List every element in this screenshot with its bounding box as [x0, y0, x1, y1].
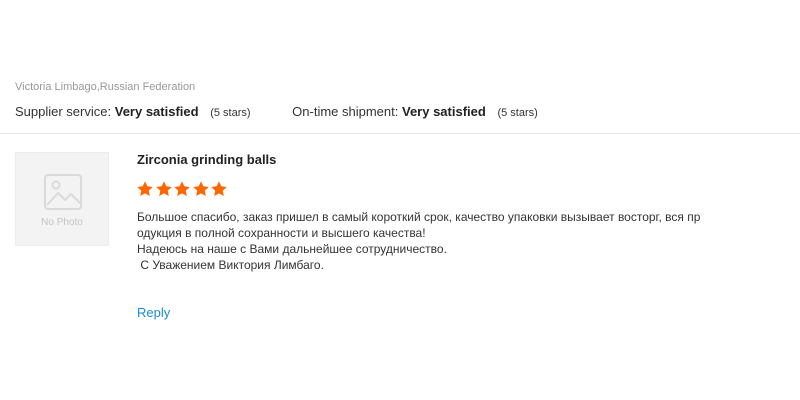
on-time-shipment-stars: (5 stars) — [497, 107, 538, 119]
star-icon — [174, 181, 190, 197]
comment-line: Большое спасибо, заказ пришел в самый ко… — [137, 210, 701, 224]
ratings-summary: Supplier service: Very satisfied (5 star… — [15, 102, 785, 122]
product-title: Zirconia grinding balls — [137, 152, 277, 167]
on-time-shipment-rating: On-time shipment: Very satisfied (5 star… — [292, 102, 538, 123]
star-icon — [137, 181, 153, 197]
product-photo-placeholder: No Photo — [15, 152, 109, 246]
supplier-service-stars: (5 stars) — [210, 107, 251, 119]
image-placeholder-icon — [44, 174, 82, 210]
review-header: Victoria Limbago,Russian Federation Supp… — [15, 80, 785, 122]
on-time-shipment-label: On-time shipment: — [292, 104, 399, 119]
review-comment: Большое спасибо, заказ пришел в самый ко… — [137, 209, 762, 273]
comment-line: Надеюсь на наше с Вами дальнейшее сотруд… — [137, 242, 447, 256]
star-icon — [192, 181, 209, 197]
divider — [0, 133, 800, 134]
supplier-service-rating: Supplier service: Very satisfied (5 star… — [15, 102, 251, 123]
supplier-service-label: Supplier service: — [15, 104, 112, 119]
reply-link[interactable]: Reply — [137, 305, 170, 320]
reviewer-info: Victoria Limbago,Russian Federation — [15, 81, 196, 93]
on-time-shipment-value: Very satisfied — [401, 104, 486, 119]
no-photo-label: No Photo — [41, 217, 83, 228]
supplier-service-value: Very satisfied — [114, 104, 199, 119]
comment-line: одукция в полной сохранности и высшего к… — [137, 226, 426, 240]
rating-stars — [136, 180, 229, 198]
star-icon — [211, 181, 227, 197]
star-icon — [155, 181, 172, 197]
comment-line: С Уважением Виктория Лимбаго. — [137, 258, 324, 272]
